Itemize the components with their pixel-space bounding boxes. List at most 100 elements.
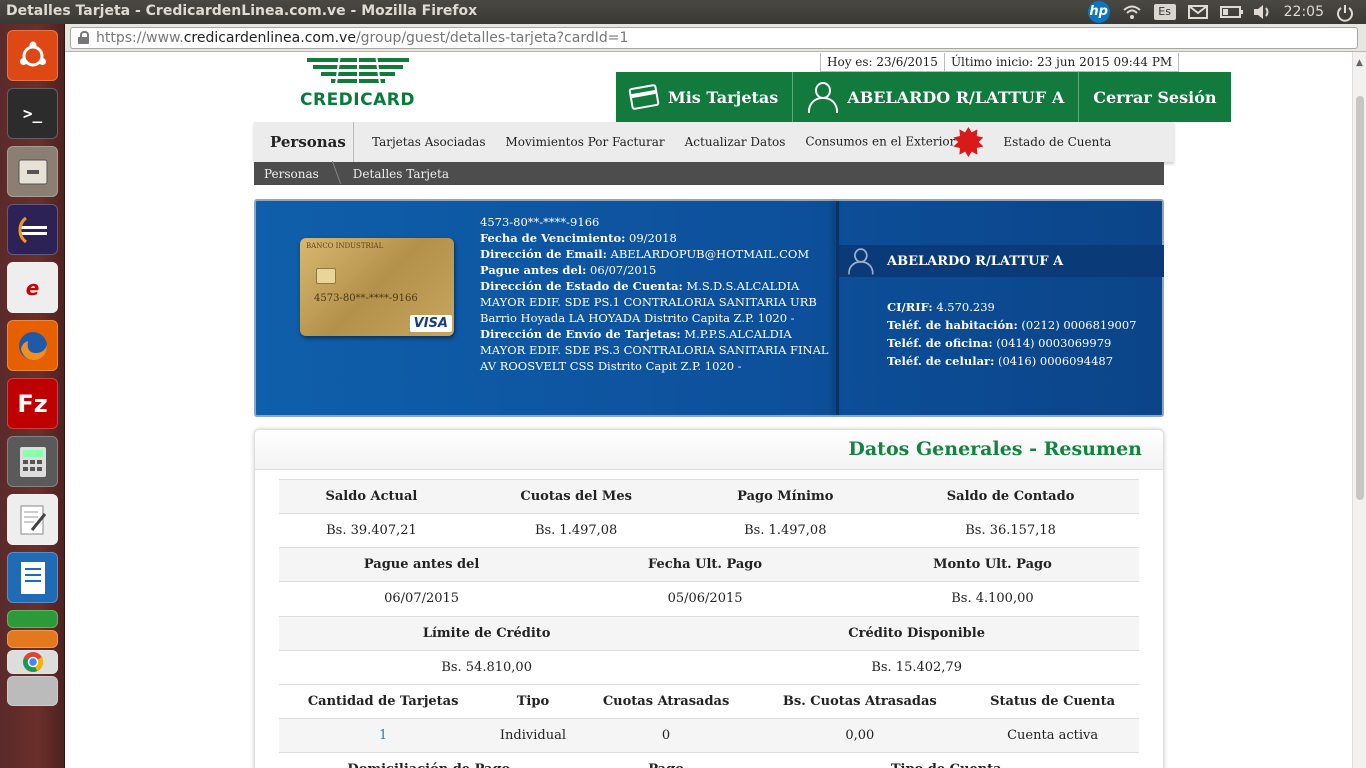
- url-scheme: https://www.: [96, 30, 184, 46]
- label-overdue-amount: Bs. Cuotas Atrasadas: [753, 684, 967, 719]
- session-info: Hoy es: 23/6/2015 Último inicio: 23 jun …: [820, 53, 1180, 72]
- section-title[interactable]: Personas: [254, 122, 354, 162]
- calc-icon[interactable]: [7, 610, 58, 628]
- url-bar[interactable]: https://www.credicardenlinea.com.ve/grou…: [70, 27, 1358, 49]
- table-row: Pague antes del Fecha Ult. Pago Monto Ul…: [279, 547, 1139, 582]
- owner-ci-label: CI/RIF:: [887, 300, 933, 314]
- writer-icon[interactable]: [7, 552, 58, 603]
- scroll-thumb[interactable]: [1356, 96, 1364, 500]
- window-title: Detalles Tarjeta - CredicardenLinea.com.…: [6, 3, 478, 19]
- nav-link-account-statement[interactable]: Estado de Cuenta: [1003, 135, 1111, 149]
- card-expiry-value: 09/2018: [625, 231, 677, 245]
- label-available-credit: Crédito Disponible: [694, 616, 1139, 651]
- hp-icon[interactable]: hp: [1087, 1, 1110, 23]
- label-credit-limit: Límite de Crédito: [279, 616, 695, 651]
- vertical-scrollbar[interactable]: ▲: [1352, 52, 1366, 768]
- power-icon[interactable]: [1336, 4, 1356, 22]
- clock[interactable]: 22:05: [1284, 4, 1324, 20]
- logo-stripes-icon: [307, 54, 409, 84]
- battery-icon[interactable]: [1219, 4, 1243, 20]
- card-number: 4573-80**-****-9166: [480, 215, 600, 229]
- nav-link-update-data[interactable]: Actualizar Datos: [685, 135, 786, 149]
- card-pay-before-value: 06/07/2015: [586, 263, 657, 277]
- card-email-value: ABELARDOPUB@HOTMAIL.COM: [606, 247, 810, 261]
- owner-bar: ABELARDO R/LATTUF A: [839, 245, 1164, 277]
- delivery-address-label: Dirección de Envío de Tarjetas:: [480, 327, 681, 341]
- workspaces-icon[interactable]: [7, 676, 58, 706]
- card-email-label: Dirección de Email:: [480, 247, 607, 261]
- owner-name: ABELARDO R/LATTUF A: [887, 253, 1064, 269]
- section-nav: Personas Tarjetas Asociadas Movimientos …: [254, 122, 1174, 162]
- url-host: credicardenlinea.com.ve: [183, 30, 356, 46]
- label-card-count: Cantidad de Tarjetas: [279, 684, 488, 719]
- owner-ci-value: 4.570.239: [932, 300, 995, 314]
- table-row: 1 Individual 0 0,00 Cuenta activa: [279, 718, 1139, 753]
- home-phone-value: (0212) 0006819007: [1017, 318, 1137, 332]
- keyboard-layout-icon[interactable]: Es: [1153, 4, 1176, 20]
- eclipse-icon[interactable]: [7, 204, 58, 255]
- table-row: Saldo Actual Cuotas del Mes Pago Mínimo …: [279, 479, 1139, 514]
- value-last-payment-date: 05/06/2015: [564, 581, 846, 616]
- value-card-count-link[interactable]: 1: [279, 718, 488, 753]
- label-last-payment-amount: Monto Ult. Pago: [845, 547, 1139, 582]
- summary-table-2: Pague antes del Fecha Ult. Pago Monto Ul…: [279, 547, 1139, 616]
- mobile-phone-value: (0416) 0006094487: [994, 354, 1114, 368]
- card-email: Dirección de Email: ABELARDOPUB@HOTMAIL.…: [480, 246, 835, 262]
- card-expiry: Fecha de Vencimiento: 09/2018: [480, 230, 835, 246]
- logout-label: Cerrar Sesión: [1093, 87, 1217, 107]
- nav-link-pending-movements[interactable]: Movimientos Por Facturar: [506, 135, 665, 149]
- launcher: >_ e Fz: [0, 24, 65, 768]
- card-pay-before-label: Pague antes del:: [480, 263, 587, 277]
- chrome-icon[interactable]: [7, 650, 58, 674]
- card-panel: BANCO INDUSTRIAL 4573-80**-****-9166 VIS…: [254, 199, 1164, 417]
- card-image: BANCO INDUSTRIAL 4573-80**-****-9166 VIS…: [300, 238, 454, 336]
- card-delivery-address: Dirección de Envío de Tarjetas: M.P.P.S.…: [480, 326, 835, 374]
- nav-link-foreign-spending[interactable]: Consumos en el Exterior: [805, 127, 984, 157]
- my-cards-button[interactable]: Mis Tarjetas: [616, 72, 794, 122]
- nav-link-associated-cards[interactable]: Tarjetas Asociadas: [372, 135, 486, 149]
- label-overdue-installments: Cuotas Atrasadas: [578, 684, 754, 719]
- logout-button[interactable]: Cerrar Sesión: [1079, 72, 1231, 122]
- last-login: Último inicio: 23 jun 2015 09:44 PM: [943, 53, 1178, 71]
- impress-icon[interactable]: [7, 630, 58, 648]
- summary-header: Datos Generales - Resumen: [255, 430, 1163, 470]
- user-icon: [807, 81, 839, 113]
- label-type: Tipo: [487, 684, 579, 719]
- new-badge-icon: [953, 127, 984, 157]
- firefox-icon[interactable]: [7, 320, 58, 371]
- card-statement-address: Dirección de Estado de Cuenta: M.S.D.S.A…: [480, 278, 835, 326]
- card-pay-before: Pague antes del: 06/07/2015: [480, 262, 835, 278]
- value-available-credit: Bs. 15.402,79: [694, 650, 1139, 685]
- credicard-logo[interactable]: CREDICARD: [298, 52, 418, 110]
- my-cards-label: Mis Tarjetas: [668, 87, 779, 107]
- owner-ci: CI/RIF: 4.570.239: [887, 298, 1137, 316]
- terminal-icon[interactable]: >_: [7, 88, 58, 139]
- toolbar: https://www.credicardenlinea.com.ve/grou…: [65, 24, 1366, 52]
- table-row: Cantidad de Tarjetas Tipo Cuotas Atrasad…: [279, 684, 1139, 719]
- wifi-icon[interactable]: [1122, 4, 1142, 20]
- volume-icon[interactable]: [1252, 4, 1272, 20]
- mail-icon[interactable]: [1187, 4, 1208, 20]
- user-menu-button[interactable]: ABELARDO R/LATTUF A: [793, 72, 1080, 122]
- visa-logo: VISA: [409, 315, 452, 332]
- scroll-up-icon[interactable]: ▲: [1356, 58, 1363, 68]
- text-editor-icon[interactable]: [7, 494, 58, 545]
- summary-table: Saldo Actual Cuotas del Mes Pago Mínimo …: [279, 479, 1139, 548]
- ubuntu-icon[interactable]: [7, 30, 58, 81]
- filezilla-icon[interactable]: Fz: [7, 378, 58, 429]
- card-details: 4573-80**-****-9166 Fecha de Vencimiento…: [480, 214, 835, 374]
- credit-card-icon: [628, 83, 660, 111]
- chip-icon: [316, 268, 336, 284]
- owner-mobile-phone: Teléf. de celular: (0416) 0006094487: [887, 352, 1137, 370]
- table-row: Límite de Crédito Crédito Disponible: [279, 616, 1139, 651]
- today-date: Hoy es: 23/6/2015: [827, 55, 938, 69]
- evince-icon[interactable]: e: [7, 262, 58, 313]
- value-current-balance: Bs. 39.407,21: [279, 513, 464, 548]
- home-phone-label: Teléf. de habitación:: [887, 318, 1018, 332]
- breadcrumb-personas[interactable]: Personas: [254, 167, 337, 181]
- system-tray: hp Es 22:05: [1087, 0, 1366, 24]
- calculator-icon[interactable]: [7, 436, 58, 487]
- card-bank-name: BANCO INDUSTRIAL: [306, 242, 384, 250]
- files-icon[interactable]: [7, 146, 58, 197]
- value-account-status: Cuenta activa: [966, 718, 1139, 753]
